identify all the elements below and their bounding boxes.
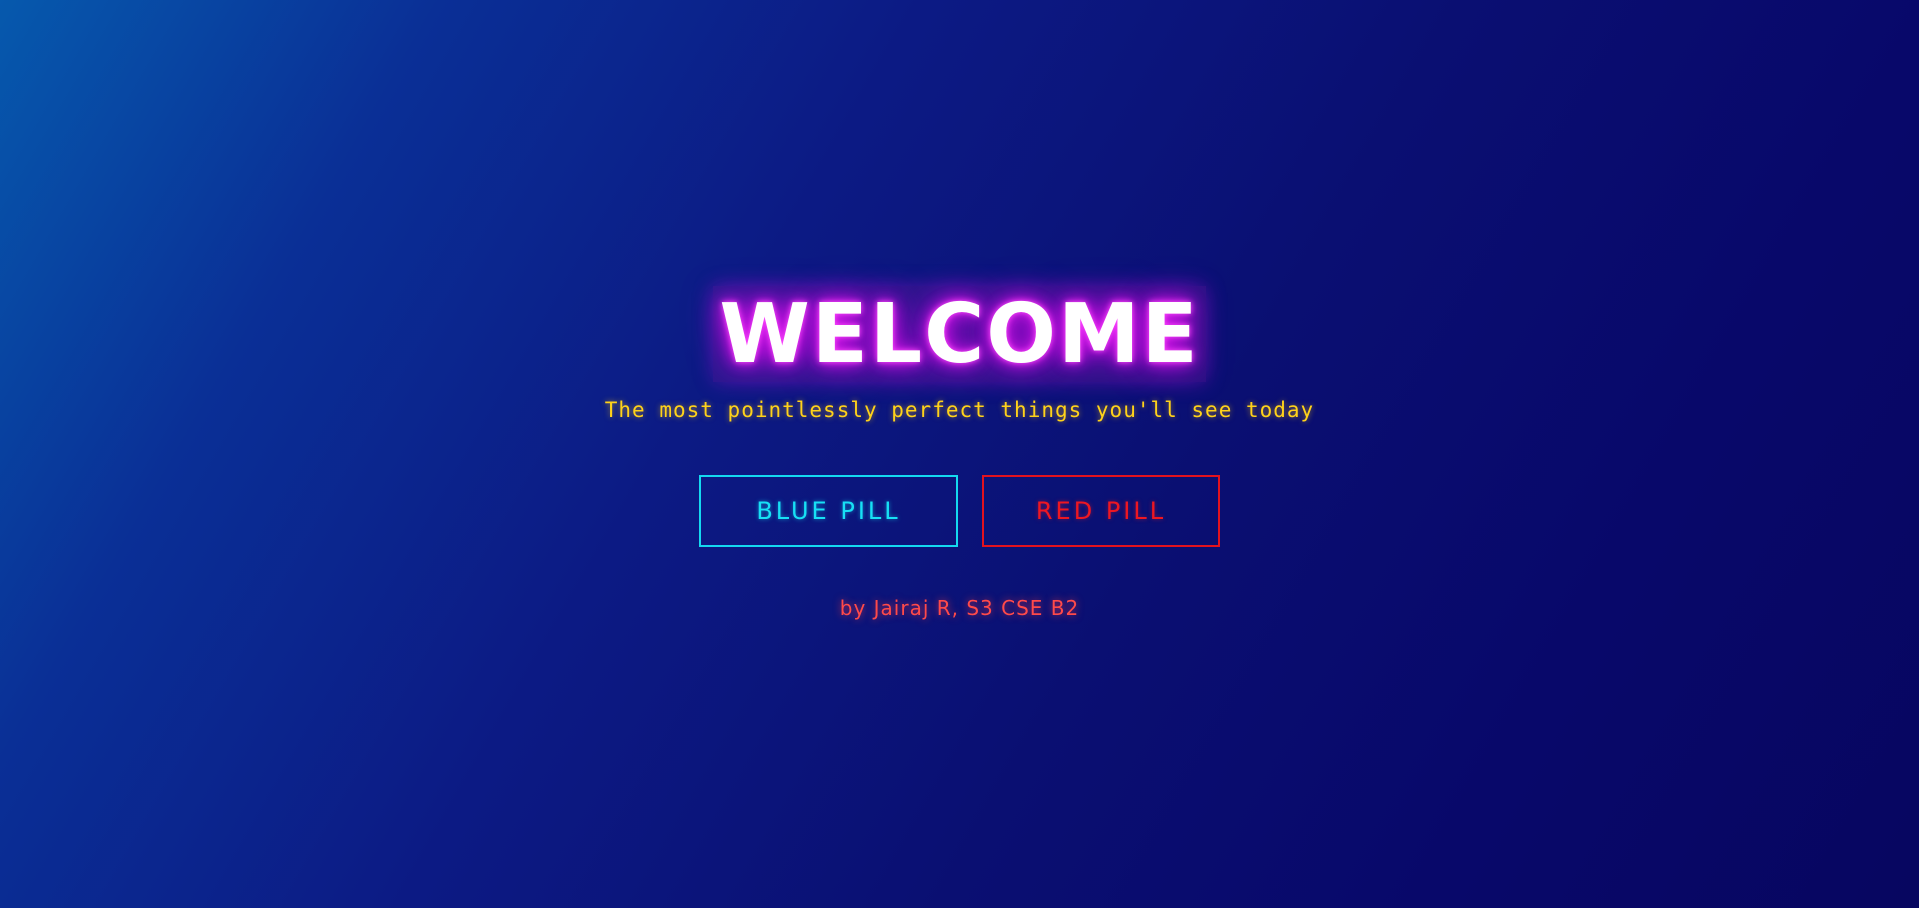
landing-page: WELCOME The most pointlessly perfect thi… <box>0 0 1919 908</box>
blue-pill-button[interactable]: BLUE PILL <box>699 475 958 547</box>
welcome-title: WELCOME <box>713 286 1206 382</box>
tagline: The most pointlessly perfect things you'… <box>604 398 1315 422</box>
author-byline: by Jairaj R, S3 CSE B2 <box>839 596 1080 620</box>
title-container: WELCOME <box>0 286 1919 382</box>
pill-choice-group: BLUE PILL RED PILL <box>0 475 1919 547</box>
subtitle-container: The most pointlessly perfect things you'… <box>0 398 1919 422</box>
red-pill-button[interactable]: RED PILL <box>982 475 1220 547</box>
byline-container: by Jairaj R, S3 CSE B2 <box>0 596 1919 620</box>
